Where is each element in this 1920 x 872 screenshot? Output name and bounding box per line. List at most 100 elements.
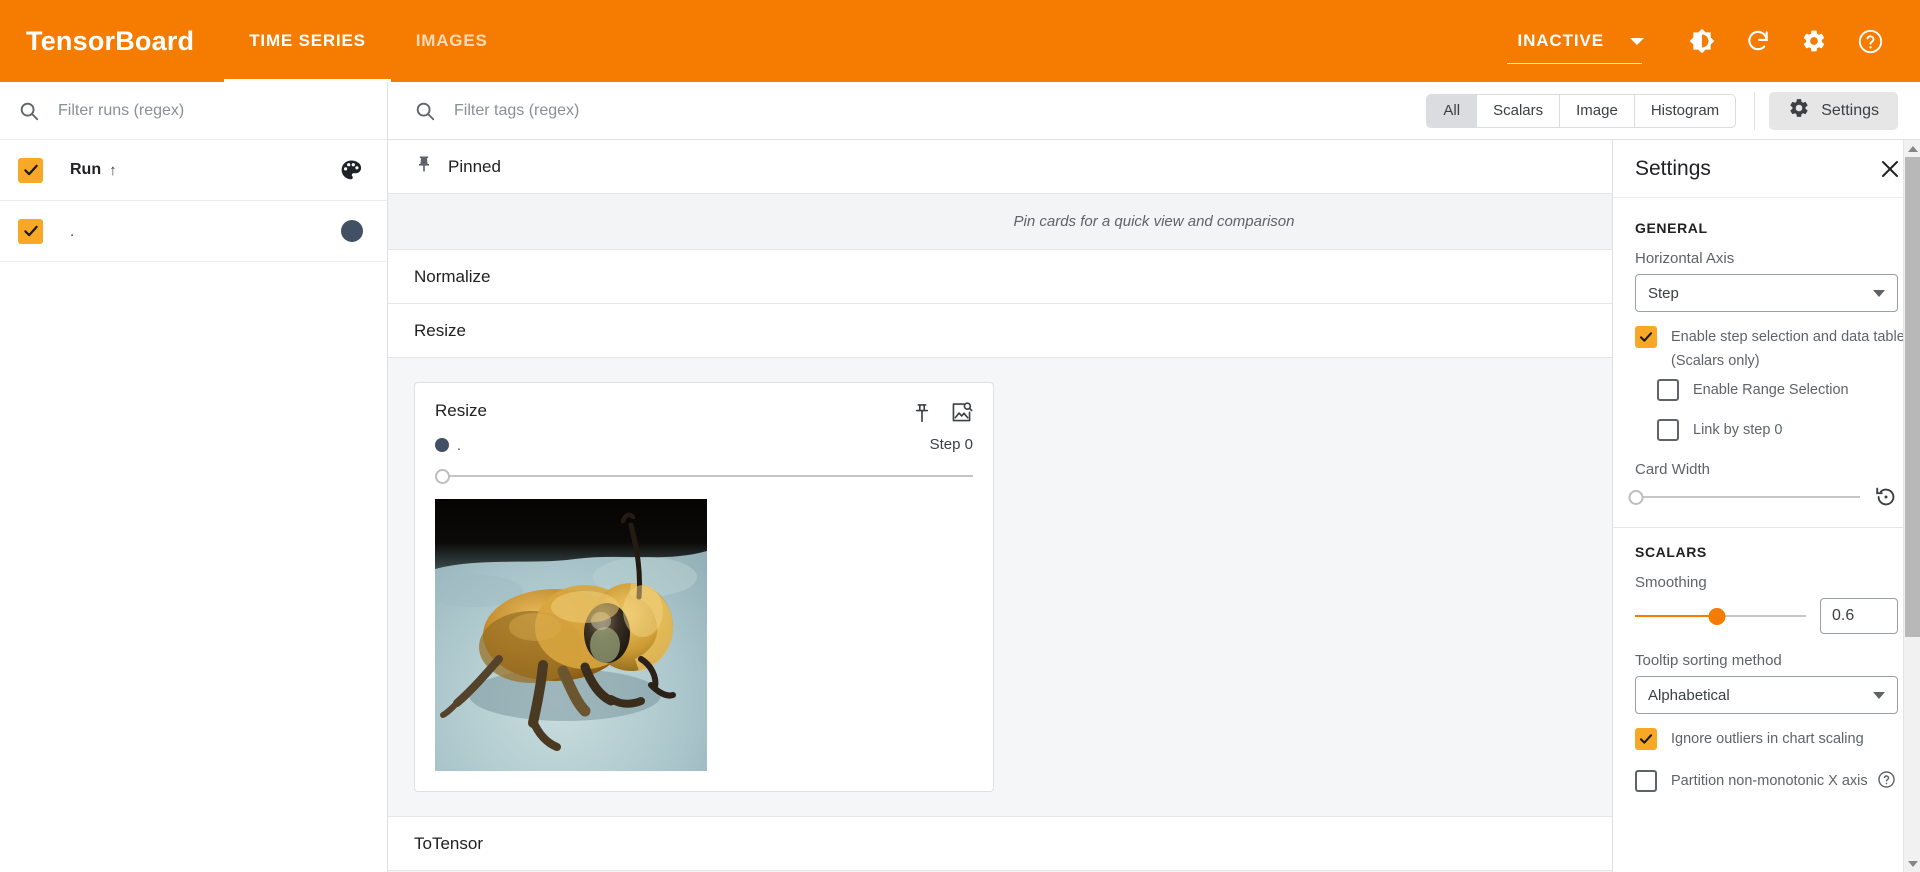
scrollbar-thumb[interactable] — [1905, 157, 1920, 637]
partition-non-monotonic-label: Partition non-monotonic X axis — [1671, 773, 1868, 789]
tab-time-series[interactable]: TIME SERIES — [224, 0, 391, 82]
settings-gear-icon[interactable] — [1799, 26, 1829, 56]
ignore-outliers-checkbox[interactable] — [1635, 728, 1657, 750]
plugin-filter-toggle-group: All Scalars Image Histogram — [1426, 93, 1737, 128]
reset-card-width-icon[interactable] — [1874, 485, 1898, 509]
image-card-header: Resize — [435, 401, 973, 424]
image-card-step-label: Step 0 — [929, 436, 973, 453]
card-width-track — [1635, 496, 1860, 498]
image-card-run-row: . Step 0 — [435, 436, 973, 453]
help-icon[interactable] — [1855, 26, 1885, 56]
run-color-dot[interactable] — [341, 220, 363, 242]
filter-all-button[interactable]: All — [1427, 94, 1478, 127]
run-checkbox[interactable] — [18, 218, 43, 244]
tooltip-sorting-value: Alphabetical — [1648, 686, 1730, 704]
enable-step-selection-checkbox[interactable] — [1635, 326, 1657, 348]
color-palette-icon[interactable] — [339, 158, 363, 182]
chevron-down-icon — [1873, 691, 1885, 699]
link-by-step-checkbox[interactable] — [1657, 419, 1679, 441]
brightness-icon[interactable] — [1687, 26, 1717, 56]
step-slider-track — [443, 475, 973, 477]
step-slider-thumb[interactable] — [435, 468, 450, 484]
settings-panel: Settings GENERAL Horizontal Axis Step En… — [1612, 140, 1920, 872]
chevron-down-icon — [1873, 289, 1885, 297]
step-slider[interactable] — [435, 467, 973, 485]
app-brand: TensorBoard — [26, 25, 195, 56]
filter-histogram-button[interactable]: Histogram — [1634, 94, 1736, 127]
run-row[interactable]: . — [0, 201, 387, 262]
partition-non-monotonic-row[interactable]: Partition non-monotonic X axis — [1635, 770, 1898, 792]
run-column-header[interactable]: Run ↑ — [70, 161, 117, 179]
status-label: INACTIVE — [1517, 31, 1604, 50]
image-search-icon[interactable] — [950, 401, 973, 424]
settings-button[interactable]: Settings — [1769, 91, 1898, 130]
refresh-icon[interactable] — [1743, 26, 1773, 56]
enable-step-selection-label: Enable step selection and data table — [1671, 329, 1905, 345]
tab-time-series-label: TIME SERIES — [249, 31, 366, 50]
select-all-runs-checkbox[interactable] — [18, 157, 43, 183]
tab-images-label: IMAGES — [415, 31, 488, 50]
smoothing-slider[interactable] — [1635, 607, 1806, 625]
settings-general-section-title: GENERAL — [1635, 220, 1708, 236]
pin-icon — [414, 154, 434, 179]
enable-step-selection-row[interactable]: Enable step selection and data table — [1635, 326, 1905, 348]
run-filter-row — [0, 82, 387, 140]
help-icon[interactable] — [1877, 770, 1896, 789]
smoothing-thumb[interactable] — [1708, 607, 1726, 625]
pinned-empty-text: Pin cards for a quick view and compariso… — [1013, 213, 1295, 230]
scalars-only-note: (Scalars only) — [1671, 353, 1760, 369]
chevron-down-icon[interactable] — [1630, 37, 1644, 45]
ignore-outliers-row[interactable]: Ignore outliers in chart scaling — [1635, 728, 1898, 750]
pin-icon[interactable] — [911, 402, 933, 424]
image-card-title: Resize — [435, 401, 487, 420]
enable-range-selection-checkbox[interactable] — [1657, 379, 1679, 401]
link-by-step-row[interactable]: Link by step 0 — [1657, 419, 1898, 441]
tooltip-sorting-select[interactable]: Alphabetical — [1635, 676, 1898, 714]
smoothing-label: Smoothing — [1635, 574, 1707, 591]
run-color-dot — [435, 437, 449, 452]
filter-scalars-button[interactable]: Scalars — [1477, 94, 1561, 127]
group-title-resize: Resize — [414, 320, 466, 340]
card-width-slider[interactable] — [1628, 489, 1860, 505]
horizontal-axis-select[interactable]: Step — [1635, 274, 1898, 312]
pinned-title: Pinned — [448, 156, 501, 176]
run-name-label: . — [70, 222, 75, 240]
run-status-selector[interactable]: INACTIVE — [1507, 0, 1674, 82]
card-width-label: Card Width — [1635, 461, 1711, 478]
image-card: Resize . Step 0 — [414, 382, 994, 792]
image-card-actions — [911, 401, 973, 424]
filter-image-button[interactable]: Image — [1560, 94, 1635, 127]
run-column-label: Run — [70, 161, 102, 178]
tooltip-sorting-label: Tooltip sorting method — [1635, 652, 1782, 669]
gear-icon — [1788, 97, 1810, 124]
scroll-down-arrow-icon[interactable] — [1904, 855, 1920, 872]
tab-images[interactable]: IMAGES — [391, 0, 513, 82]
card-width-row — [1628, 485, 1898, 509]
smoothing-value: 0.6 — [1832, 607, 1855, 624]
card-width-thumb[interactable] — [1628, 489, 1644, 505]
toolbar-divider — [1754, 91, 1756, 130]
tag-filter-input[interactable] — [452, 100, 1427, 121]
horizontal-axis-label: Horizontal Axis — [1635, 250, 1735, 267]
settings-panel-title: Settings — [1635, 156, 1711, 180]
image-preview[interactable] — [435, 499, 707, 771]
pinned-title-wrap: Pinned — [414, 154, 501, 179]
smoothing-fill — [1635, 615, 1718, 617]
search-icon — [414, 100, 436, 122]
smoothing-value-field[interactable]: 0.6 — [1820, 598, 1898, 634]
enable-range-selection-row[interactable]: Enable Range Selection — [1657, 379, 1898, 401]
partition-non-monotonic-checkbox[interactable] — [1635, 770, 1657, 792]
runs-table-header: Run ↑ — [0, 140, 387, 201]
run-filter-input[interactable] — [56, 100, 369, 121]
settings-divider — [1613, 527, 1920, 528]
tensorboard-app: TensorBoard TIME SERIES IMAGES INACTIVE — [0, 0, 1920, 872]
scroll-up-arrow-icon[interactable] — [1904, 140, 1920, 157]
ignore-outliers-label: Ignore outliers in chart scaling — [1671, 731, 1864, 747]
group-title-totensor: ToTensor — [414, 833, 483, 853]
close-icon[interactable] — [1878, 157, 1902, 181]
status-underline — [1507, 62, 1642, 64]
settings-scrollbar[interactable] — [1903, 140, 1920, 872]
